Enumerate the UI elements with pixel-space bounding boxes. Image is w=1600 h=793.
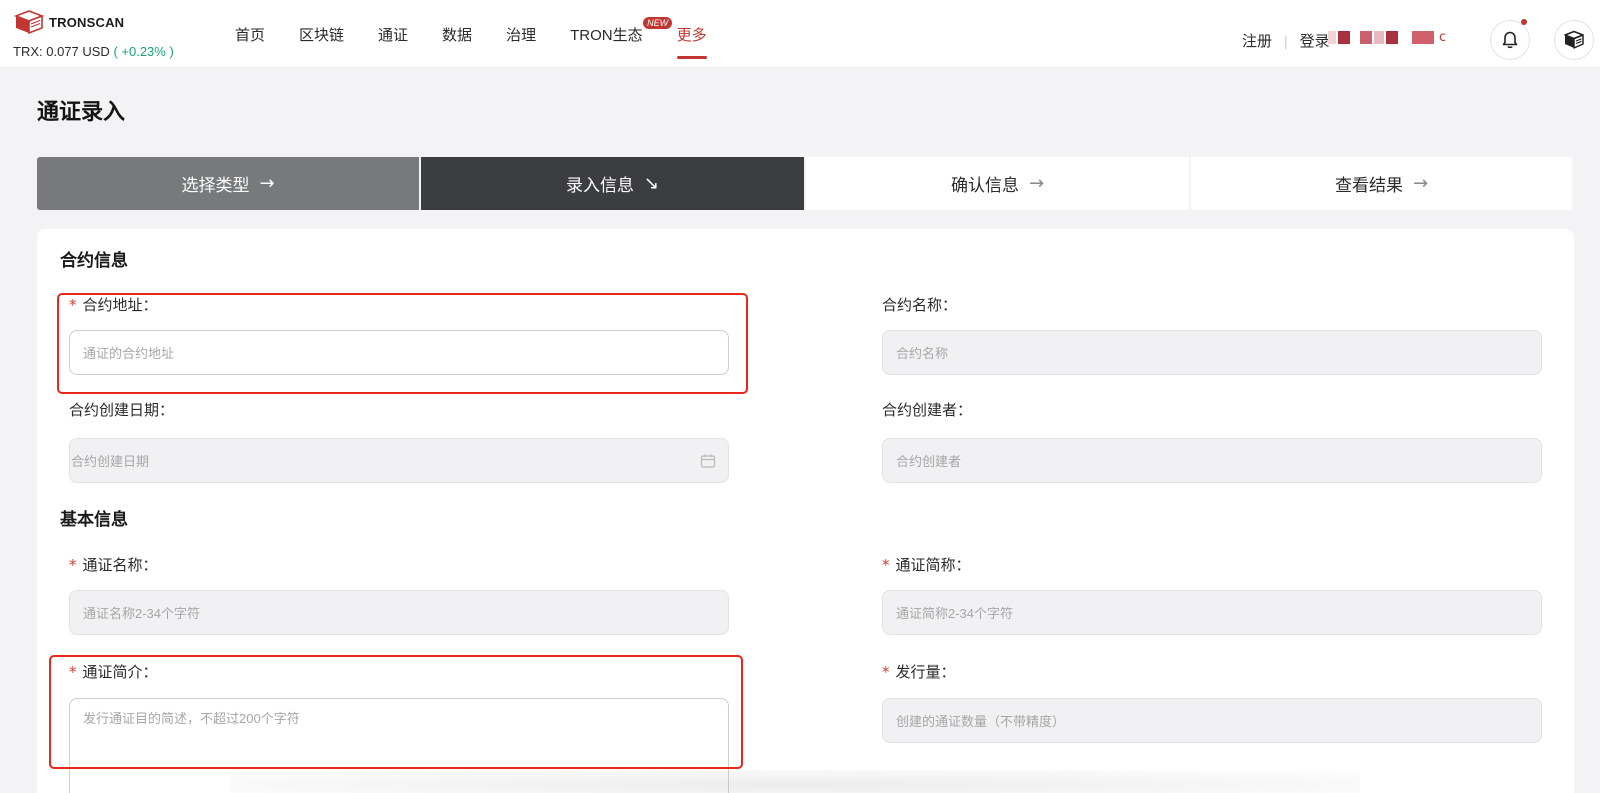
cube-wallet-icon bbox=[1564, 30, 1584, 49]
new-badge: NEW bbox=[643, 17, 673, 29]
step-label: 确认信息 bbox=[950, 176, 1019, 196]
nav-home[interactable]: 首页 bbox=[235, 24, 265, 45]
bell-icon bbox=[1502, 31, 1518, 49]
trx-price: TRX: 0.077 USD ( +0.23% ) bbox=[13, 44, 174, 59]
label-text: 合约创建者： bbox=[882, 401, 973, 419]
highlight-box-contract-address bbox=[57, 293, 748, 394]
logo-cube-icon bbox=[13, 10, 45, 35]
auth-divider: | bbox=[1284, 32, 1288, 49]
redacted-block bbox=[1338, 31, 1350, 44]
register-link[interactable]: 注册 bbox=[1242, 30, 1272, 51]
placeholder: 通证名称2-34个字符 bbox=[83, 606, 201, 621]
nav-data-label: 数据 bbox=[442, 27, 473, 44]
redacted-block bbox=[1360, 31, 1372, 44]
label-text: 发行量： bbox=[895, 663, 956, 681]
price-change: ( +0.23% ) bbox=[113, 44, 174, 59]
step-view-result[interactable]: 查看结果 → bbox=[1191, 157, 1572, 210]
placeholder: 合约名称 bbox=[896, 346, 949, 361]
notification-dot bbox=[1521, 19, 1527, 25]
step-enter-info[interactable]: 录入信息 ↘ bbox=[421, 157, 804, 210]
contract-creator-input[interactable]: 合约创建者 bbox=[882, 438, 1542, 483]
redacted-suffix: c bbox=[1439, 30, 1447, 45]
token-supply-label: * 发行量： bbox=[882, 661, 956, 682]
nav-ecosystem[interactable]: TRON生态 NEW bbox=[570, 17, 673, 45]
contract-name-input[interactable]: 合约名称 bbox=[882, 330, 1542, 375]
label-text: 通证名称： bbox=[82, 556, 158, 574]
nav-tokens[interactable]: 通证 bbox=[378, 24, 408, 45]
redacted-block bbox=[1412, 31, 1434, 44]
arrow-right-icon: → bbox=[1412, 173, 1429, 194]
nav-blockchain-label: 区块链 bbox=[299, 27, 345, 44]
token-form-card: 合约信息 * 合约地址： 通证的合约地址 合约名称： 合约名称 合约创建日期： 合… bbox=[37, 229, 1574, 793]
page-title: 通证录入 bbox=[37, 100, 126, 125]
top-header: TRONSCAN TRX: 0.077 USD ( +0.23% ) 首页 区块… bbox=[0, 0, 1600, 68]
basic-section-title: 基本信息 bbox=[60, 510, 128, 530]
nav-data[interactable]: 数据 bbox=[442, 24, 472, 45]
placeholder: 合约创建者 bbox=[896, 454, 962, 469]
calendar-icon bbox=[700, 454, 716, 468]
step-indicator: 选择类型 → 录入信息 ↘ 确认信息 → 查看结果 → bbox=[37, 157, 1574, 210]
notification-button[interactable] bbox=[1490, 19, 1530, 60]
redacted-block bbox=[1328, 31, 1336, 44]
token-supply-input[interactable]: 创建的通证数量（不带精度） bbox=[882, 698, 1542, 743]
required-mark: * bbox=[882, 663, 890, 681]
contract-creator-label: 合约创建者： bbox=[882, 399, 972, 420]
token-name-input[interactable]: 通证名称2-34个字符 bbox=[69, 590, 729, 635]
main-nav: 首页 区块链 通证 数据 治理 TRON生态 NEW 更多 bbox=[235, 17, 741, 59]
step-label: 选择类型 bbox=[181, 176, 250, 196]
required-mark: * bbox=[69, 556, 77, 574]
nav-blockchain[interactable]: 区块链 bbox=[299, 24, 344, 45]
step-label: 录入信息 bbox=[565, 176, 634, 196]
nav-governance-label: 治理 bbox=[506, 27, 537, 44]
label-text: 合约名称： bbox=[882, 296, 958, 314]
redacted-block bbox=[1374, 31, 1384, 44]
step-select-type[interactable]: 选择类型 → bbox=[37, 157, 419, 210]
placeholder: 创建的通证数量（不带精度） bbox=[896, 714, 1066, 729]
redacted-gap bbox=[1400, 31, 1410, 44]
login-link[interactable]: 登录 bbox=[1300, 30, 1330, 51]
redacted-block bbox=[1386, 31, 1398, 44]
highlight-box-token-desc bbox=[49, 655, 743, 769]
nav-more-label: 更多 bbox=[676, 27, 707, 44]
redacted-gap bbox=[1352, 31, 1358, 44]
step-label: 查看结果 bbox=[1334, 176, 1403, 196]
contract-section-title: 合约信息 bbox=[60, 251, 128, 271]
placeholder: 合约创建日期 bbox=[71, 454, 150, 469]
price-text: TRX: 0.077 USD bbox=[13, 44, 110, 59]
nav-home-label: 首页 bbox=[235, 27, 266, 44]
contract-date-label: 合约创建日期： bbox=[69, 399, 174, 420]
label-text: 合约创建日期： bbox=[69, 401, 175, 419]
nav-ecosystem-label: TRON生态 bbox=[570, 27, 643, 44]
contract-date-input[interactable]: 合约创建日期 bbox=[69, 438, 729, 483]
label-text: 通证简称： bbox=[895, 556, 971, 574]
arrow-right-icon: → bbox=[1028, 173, 1045, 194]
token-name-label: * 通证名称： bbox=[69, 554, 158, 575]
contract-name-label: 合约名称： bbox=[882, 294, 957, 315]
nav-governance[interactable]: 治理 bbox=[506, 24, 536, 45]
bottom-shadow bbox=[230, 770, 1360, 793]
wallet-button[interactable] bbox=[1554, 20, 1594, 60]
auth-links: 注册 | 登录 bbox=[1242, 30, 1330, 51]
tronscan-logo[interactable]: TRONSCAN bbox=[13, 9, 124, 35]
step-confirm-info[interactable]: 确认信息 → bbox=[806, 157, 1189, 210]
redacted-wallet-area[interactable]: c bbox=[1328, 30, 1446, 45]
nav-tokens-label: 通证 bbox=[378, 27, 409, 44]
placeholder: 通证简称2-34个字符 bbox=[896, 606, 1014, 621]
logo-text: TRONSCAN bbox=[49, 14, 125, 30]
arrow-down-right-icon: ↘ bbox=[643, 173, 660, 194]
arrow-right-icon: → bbox=[259, 173, 275, 194]
token-abbr-label: * 通证简称： bbox=[882, 554, 971, 575]
token-abbr-input[interactable]: 通证简称2-34个字符 bbox=[882, 590, 1542, 635]
required-mark: * bbox=[882, 556, 890, 574]
nav-active-underline bbox=[676, 56, 707, 59]
nav-more[interactable]: 更多 bbox=[676, 24, 707, 59]
